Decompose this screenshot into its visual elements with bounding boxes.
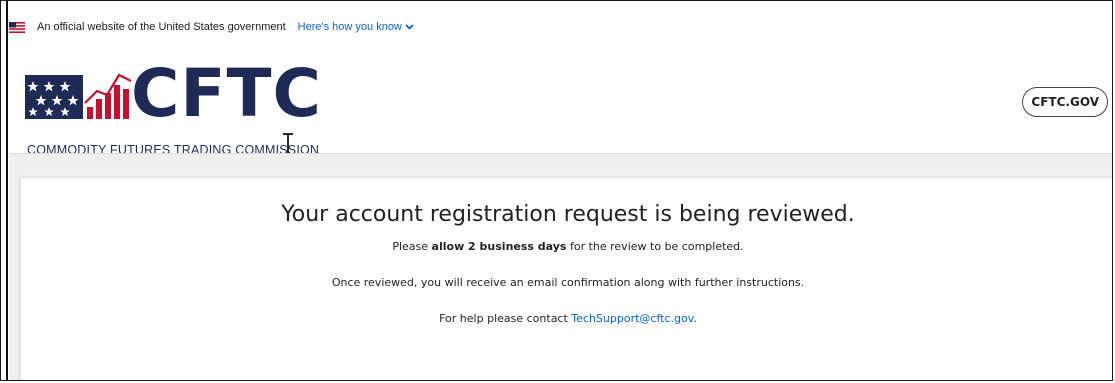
logo-wordmark: CFTC: [131, 55, 322, 132]
help-contact-text: For help please contact TechSupport@cftc…: [21, 312, 1112, 325]
us-flag-icon: [9, 21, 25, 33]
gov-banner-text: An official website of the United States…: [37, 21, 286, 33]
cftc-gov-button[interactable]: CFTC.GOV: [1022, 87, 1108, 117]
heres-how-you-know-link[interactable]: Here's how you know: [298, 21, 414, 33]
help-contact-suffix: .: [693, 312, 697, 325]
browser-viewport: An official website of the United States…: [0, 0, 1113, 381]
site-header: CFTC COMMODITY FUTURES TRADING COMMISSIO…: [9, 41, 1112, 165]
cftc-logo[interactable]: CFTC COMMODITY FUTURES TRADING COMMISSIO…: [17, 55, 347, 157]
help-contact-prefix: For help please contact: [439, 312, 572, 325]
status-title: Your account registration request is bei…: [281, 202, 855, 227]
flag-chart-logo-icon: [25, 73, 132, 119]
review-time-text: Please allow 2 business days for the rev…: [21, 240, 1112, 253]
review-time-suffix: for the review to be completed.: [566, 240, 744, 253]
review-time-prefix: Please: [392, 240, 432, 253]
techsupport-email-link[interactable]: TechSupport@cftc.gov: [571, 312, 693, 325]
chevron-down-icon: [405, 24, 414, 30]
window-edge: [6, 1, 8, 380]
heres-how-you-know-label: Here's how you know: [297, 21, 402, 33]
review-time-bold: allow 2 business days: [431, 240, 567, 253]
registration-status-card: Your account registration request is bei…: [20, 177, 1112, 380]
gov-banner: An official website of the United States…: [9, 14, 414, 40]
email-confirmation-text: Once reviewed, you will receive an email…: [331, 276, 805, 289]
